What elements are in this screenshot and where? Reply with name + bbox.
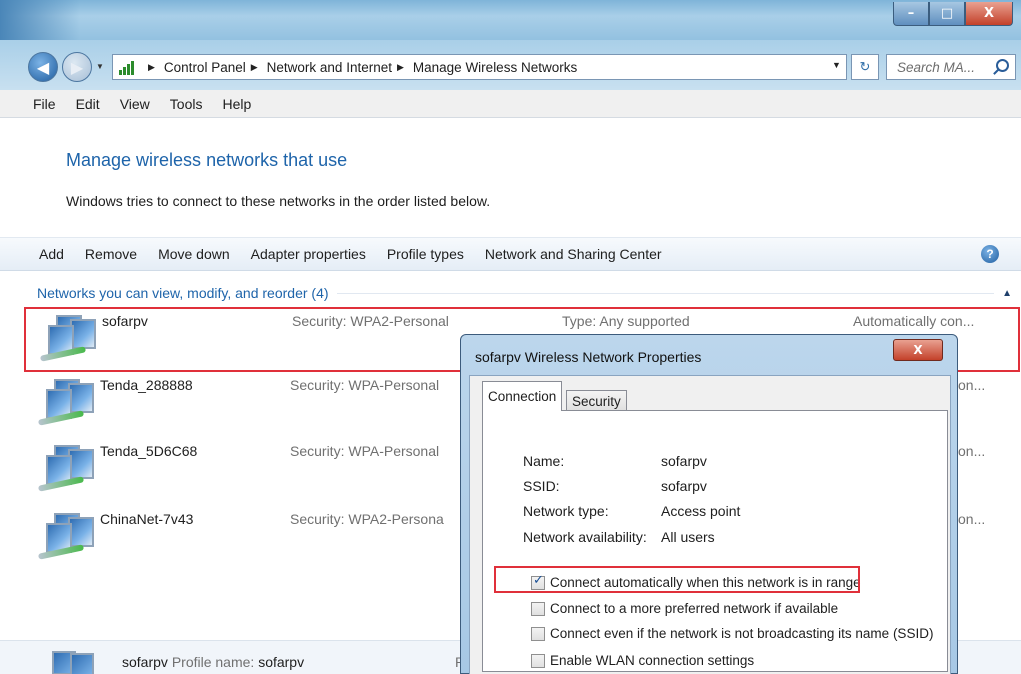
field-network-type: Network type: Access point (523, 503, 740, 519)
wireless-network-icon (37, 443, 100, 497)
chevron-right-icon[interactable]: ▶ (251, 62, 258, 73)
field-network-availability: Network availability: All users (523, 529, 715, 545)
checkbox-unchecked-icon[interactable] (531, 653, 545, 668)
tab-connection[interactable]: Connection (482, 381, 563, 411)
dialog-body: Connection Security Name: sofarpv SSID: … (469, 375, 951, 674)
breadcrumb-control-panel[interactable]: Control Panel (164, 60, 246, 75)
field-ssid: SSID: sofarpv (523, 478, 707, 494)
window-controls: – □ X (893, 2, 1013, 26)
group-header-label: Networks you can view, modify, and reord… (37, 285, 329, 301)
network-signal-icon (117, 59, 137, 75)
network-security: Security: WPA-Personal (290, 443, 440, 459)
menu-help[interactable]: Help (222, 96, 251, 112)
field-name: Name: sofarpv (523, 453, 707, 469)
group-header[interactable]: Networks you can view, modify, and reord… (37, 285, 1012, 301)
collapse-chevron-icon[interactable]: ▲ (1002, 288, 1012, 299)
network-security: Security: WPA2-Personal (292, 313, 449, 329)
menu-file[interactable]: File (33, 96, 56, 112)
move-down-button[interactable]: Move down (158, 246, 230, 262)
minimize-button[interactable]: – (893, 2, 929, 26)
add-button[interactable]: Add (39, 246, 64, 262)
menu-tools[interactable]: Tools (170, 96, 203, 112)
wireless-network-icon (37, 377, 100, 431)
details-profile-label: Profile name: (171, 654, 255, 670)
page-description: Windows tries to connect to these networ… (66, 193, 491, 209)
field-label: Network type: (523, 503, 609, 519)
maximize-button[interactable]: □ (929, 2, 965, 26)
field-value: sofarpv (661, 453, 707, 469)
connect-hidden-ssid-checkbox[interactable]: Connect even if the network is not broad… (531, 626, 933, 641)
wireless-network-icon (39, 313, 102, 367)
network-name: Tenda_288888 (100, 377, 193, 393)
refresh-icon: ↻ (859, 59, 871, 74)
connection-tab-panel: Name: sofarpv SSID: sofarpv Network type… (482, 410, 948, 672)
network-properties-dialog: sofarpv Wireless Network Properties X Co… (460, 334, 958, 674)
chevron-right-icon[interactable]: ▶ (148, 62, 155, 73)
network-name: Tenda_5D6C68 (100, 443, 198, 459)
address-bar[interactable]: ▶ Control Panel ▶ Network and Internet ▶… (112, 54, 847, 80)
network-connect-mode: on... (958, 511, 986, 527)
field-value: All users (661, 529, 715, 545)
field-label: Network availability: (523, 529, 647, 545)
back-arrow-icon: ◀ (36, 57, 50, 77)
navigation-bar: ◀ ▶ ▼ ▶ Control Panel ▶ Network and Inte… (0, 40, 1021, 90)
menu-edit[interactable]: Edit (76, 96, 100, 112)
breadcrumb: ▶ Control Panel ▶ Network and Internet ▶… (143, 60, 577, 75)
menu-view[interactable]: View (120, 96, 150, 112)
breadcrumb-network-and-internet[interactable]: Network and Internet (267, 60, 392, 75)
search-icon[interactable] (996, 59, 1009, 72)
details-text: sofarpv Profile name: sofarpv (122, 654, 304, 670)
enable-wlan-settings-checkbox[interactable]: Enable WLAN connection settings (531, 653, 754, 668)
field-label: SSID: (523, 478, 560, 494)
details-profile-value: sofarpv (258, 654, 305, 670)
tab-security[interactable]: Security (566, 390, 627, 411)
help-icon[interactable]: ? (981, 245, 999, 263)
checkbox-unchecked-icon[interactable] (531, 626, 545, 641)
wireless-network-icon (52, 651, 102, 674)
forward-arrow-icon: ▶ (70, 57, 84, 77)
network-security: Security: WPA-Personal (290, 377, 440, 393)
back-button[interactable]: ◀ (28, 52, 58, 82)
field-label: Name: (523, 453, 565, 469)
command-toolbar: Add Remove Move down Adapter properties … (0, 237, 1021, 271)
divider (336, 292, 995, 294)
dialog-close-button[interactable]: X (893, 339, 943, 361)
checkbox-label[interactable]: Enable WLAN connection settings (550, 653, 754, 668)
network-connect-mode: on... (958, 443, 986, 459)
network-name: ChinaNet-7v43 (100, 511, 194, 527)
page-title: Manage wireless networks that use (66, 150, 348, 170)
network-name: sofarpv (102, 313, 148, 329)
chevron-right-icon[interactable]: ▶ (397, 62, 404, 73)
search-input[interactable]: Search MA... (886, 54, 1016, 80)
profile-types-button[interactable]: Profile types (387, 246, 464, 262)
breadcrumb-manage-wireless-networks[interactable]: Manage Wireless Networks (413, 60, 577, 75)
network-security: Security: WPA2-Persona (290, 511, 444, 527)
network-connect-mode: Automatically con... (853, 313, 975, 329)
forward-button[interactable]: ▶ (62, 52, 92, 82)
network-type: Type: Any supported (562, 313, 690, 329)
checkbox-label[interactable]: Connect even if the network is not broad… (550, 626, 933, 641)
wireless-network-icon (37, 511, 100, 565)
search-placeholder: Search MA... (897, 59, 976, 75)
close-button[interactable]: X (965, 2, 1013, 26)
remove-button[interactable]: Remove (85, 246, 137, 262)
title-bar: – □ X (0, 0, 1021, 40)
checkbox-unchecked-icon[interactable] (531, 601, 545, 616)
field-value: Access point (661, 503, 741, 519)
checkbox-label[interactable]: Connect to a more preferred network if a… (550, 601, 838, 616)
menu-bar: File Edit View Tools Help (0, 90, 1021, 118)
field-value: sofarpv (661, 478, 707, 494)
highlight-annotation (494, 566, 860, 593)
adapter-properties-button[interactable]: Adapter properties (251, 246, 366, 262)
network-sharing-center-button[interactable]: Network and Sharing Center (485, 246, 662, 262)
details-network-name: sofarpv (122, 654, 168, 670)
connect-preferred-checkbox[interactable]: Connect to a more preferred network if a… (531, 601, 838, 616)
address-dropdown-icon[interactable]: ▼ (832, 60, 841, 70)
network-connect-mode: on... (958, 377, 986, 393)
recent-pages-dropdown-icon[interactable]: ▼ (96, 62, 106, 72)
refresh-button[interactable]: ↻ (851, 54, 879, 80)
dialog-title: sofarpv Wireless Network Properties (475, 349, 702, 365)
